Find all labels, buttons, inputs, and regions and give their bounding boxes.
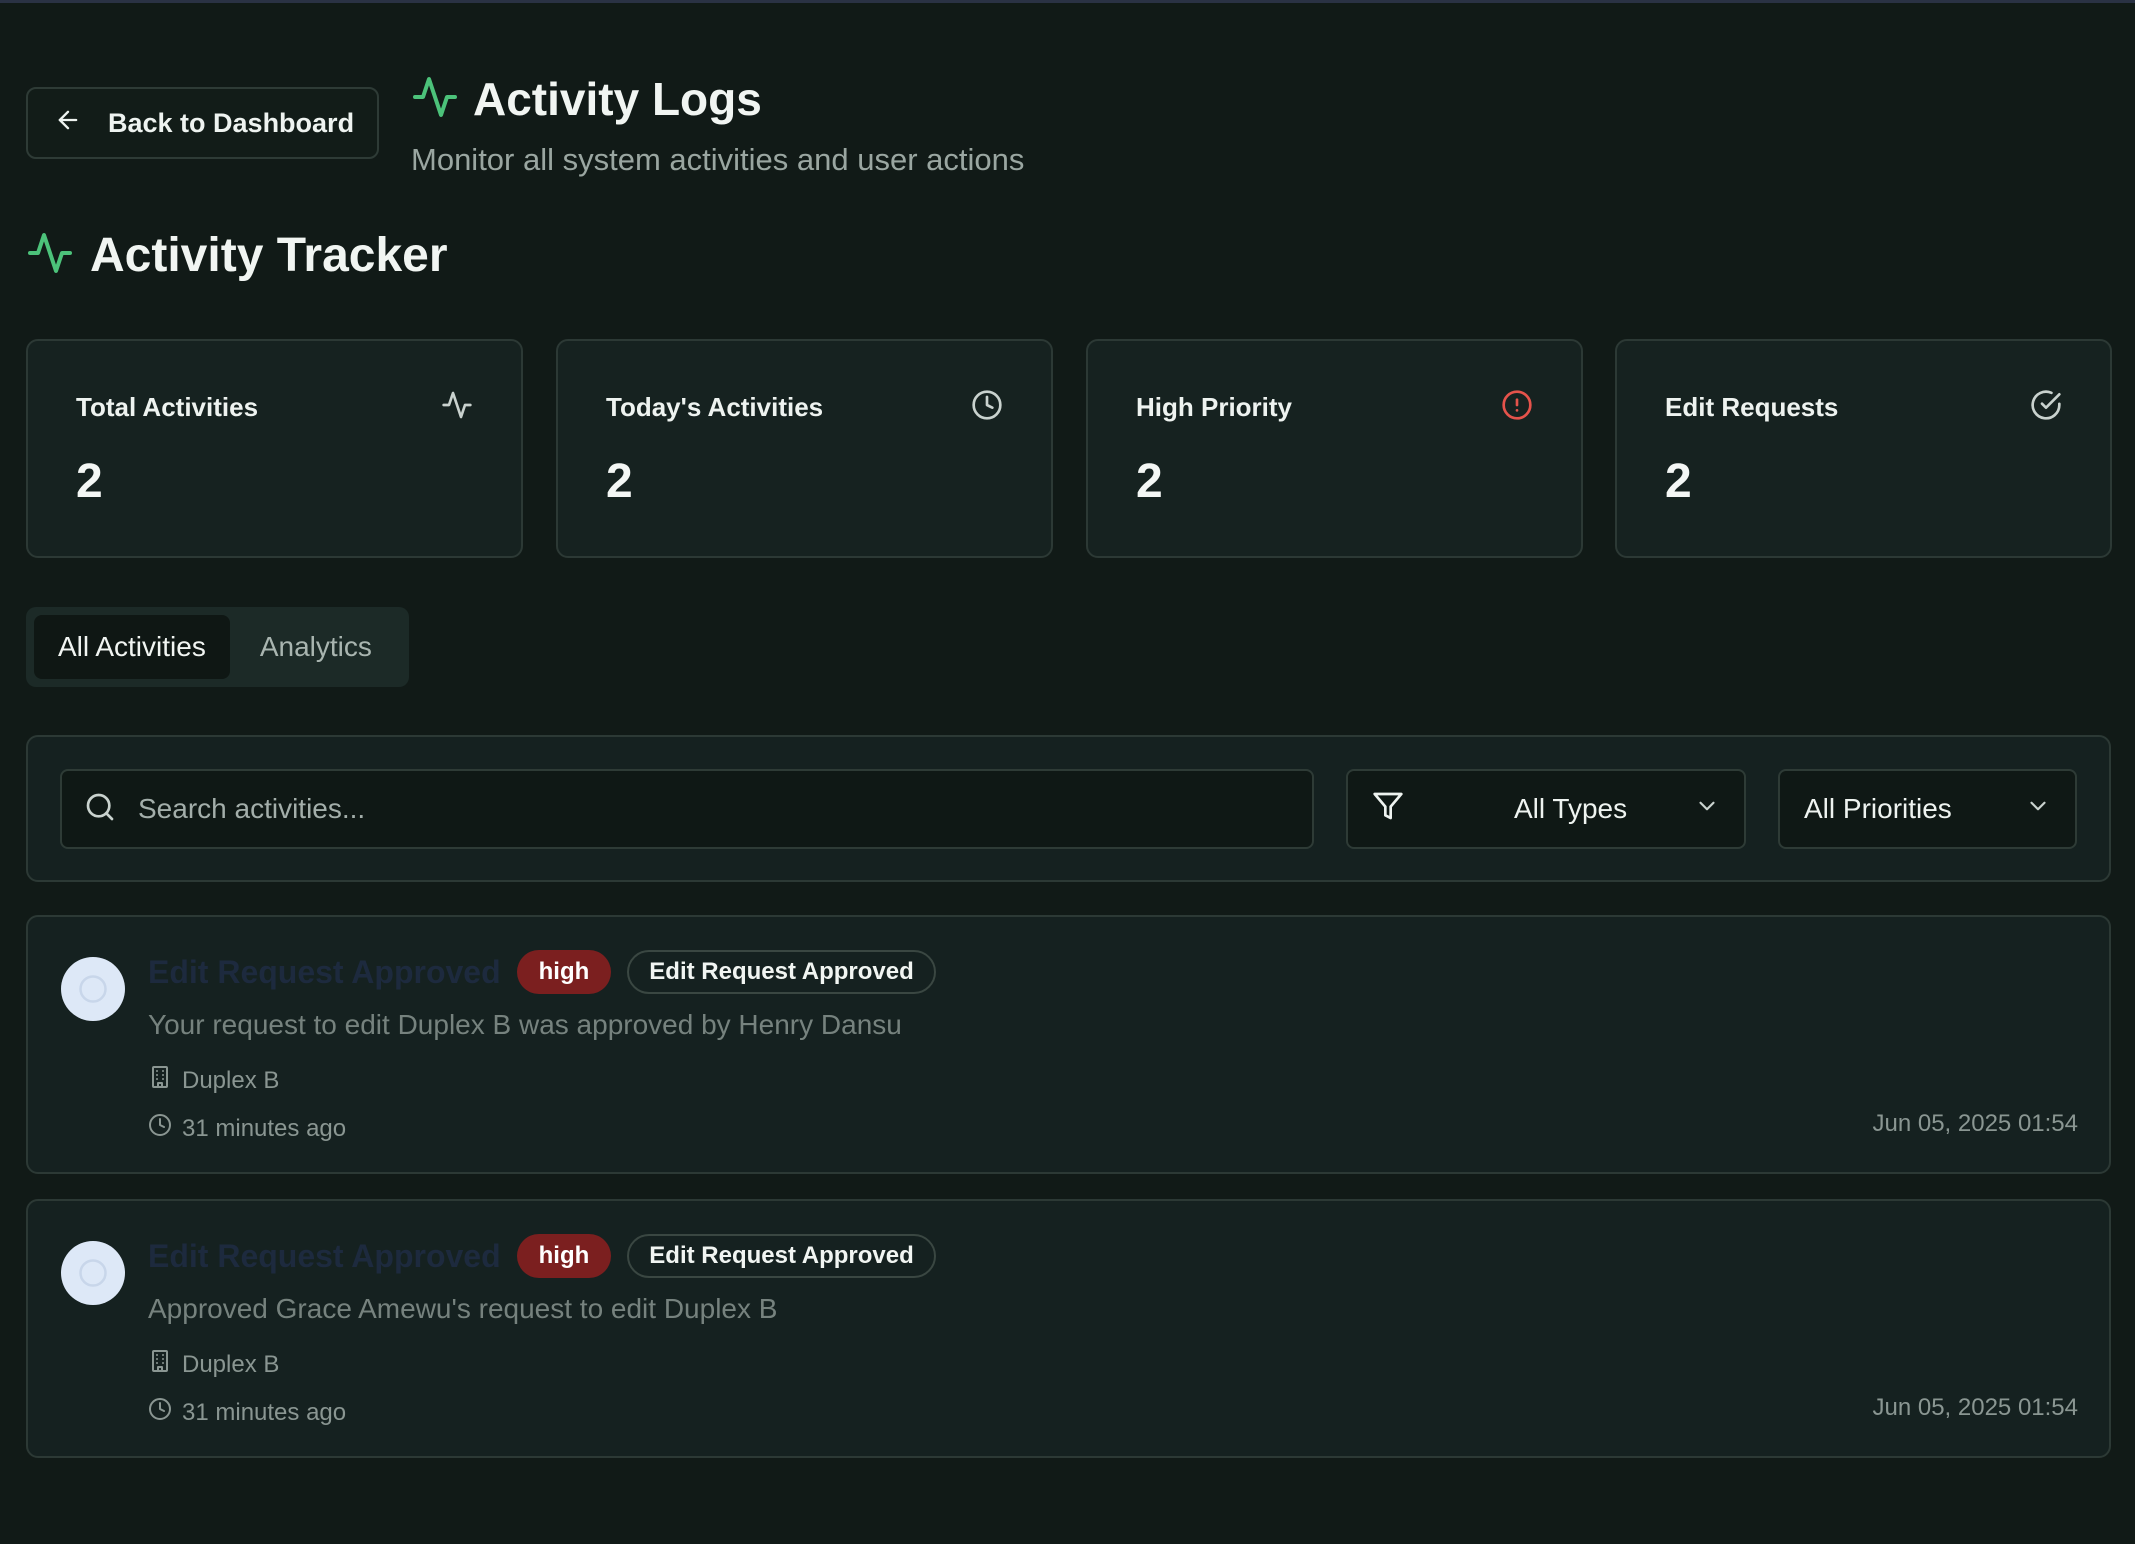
back-to-dashboard-button[interactable]: Back to Dashboard <box>26 87 379 159</box>
tab-analytics[interactable]: Analytics <box>236 615 396 679</box>
filter-icon <box>1372 790 1404 829</box>
check-circle-icon <box>2030 389 2062 426</box>
search-icon <box>84 791 116 828</box>
page-title: Activity Logs <box>473 73 762 125</box>
activity-timestamp: Jun 05, 2025 01:54 <box>1872 1110 2078 1137</box>
tracker-title: Activity Tracker <box>90 229 448 282</box>
activity-icon <box>441 389 473 426</box>
search-input[interactable] <box>138 793 1238 825</box>
activity-description: Your request to edit Duplex B was approv… <box>148 1009 902 1040</box>
stat-value: 2 <box>1136 455 1163 508</box>
avatar <box>61 957 125 1021</box>
activity-title: Edit Request Approved <box>148 953 501 990</box>
arrow-left-icon <box>54 106 82 141</box>
tab-all-activities[interactable]: All Activities <box>34 615 230 679</box>
top-border <box>0 0 2135 3</box>
priority-select[interactable]: All Priorities <box>1778 769 2077 849</box>
back-button-label: Back to Dashboard <box>108 107 355 138</box>
stat-label: High Priority <box>1136 392 1293 422</box>
activity-timestamp: Jun 05, 2025 01:54 <box>1872 1394 2078 1421</box>
activity-tracker-heading: Activity Tracker <box>26 228 448 283</box>
activity-relative-time: 31 minutes ago <box>148 1397 346 1428</box>
relative-time: 31 minutes ago <box>182 1114 347 1142</box>
activity-icon <box>411 73 459 126</box>
stat-label: Today's Activities <box>606 392 824 422</box>
chevron-down-icon <box>2025 793 2051 826</box>
alert-circle-icon <box>1501 389 1533 426</box>
activity-property: Duplex B <box>148 1349 279 1380</box>
activity-header: Edit Request Approved high Edit Request … <box>148 950 936 994</box>
activity-relative-time: 31 minutes ago <box>148 1113 346 1144</box>
clock-icon <box>148 1397 172 1428</box>
type-select[interactable]: All Types <box>1346 769 1746 849</box>
avatar <box>61 1241 125 1305</box>
activity-description: Approved Grace Amewu's request to edit D… <box>148 1293 778 1324</box>
stat-card-high-priority: High Priority 2 <box>1086 339 1583 558</box>
stat-label: Total Activities <box>76 392 259 422</box>
clock-icon <box>148 1113 172 1144</box>
page-subtitle: Monitor all system activities and user a… <box>411 142 1025 177</box>
type-select-value: All Types <box>1514 793 1628 824</box>
building-icon <box>148 1349 172 1380</box>
property-name: Duplex B <box>182 1350 280 1378</box>
activity-title: Edit Request Approved <box>148 1237 501 1274</box>
clock-icon <box>971 389 1003 426</box>
stat-card-edit-requests: Edit Requests 2 <box>1615 339 2112 558</box>
building-icon <box>148 1065 172 1096</box>
activity-card[interactable]: Edit Request Approved high Edit Request … <box>26 915 2111 1174</box>
page-header: Activity Logs Monitor all system activit… <box>411 72 1024 178</box>
type-badge: Edit Request Approved <box>627 950 936 994</box>
activity-card[interactable]: Edit Request Approved high Edit Request … <box>26 1199 2111 1458</box>
property-name: Duplex B <box>182 1066 280 1094</box>
stat-card-total-activities: Total Activities 2 <box>26 339 523 558</box>
stat-value: 2 <box>1665 455 1692 508</box>
activity-property: Duplex B <box>148 1065 279 1096</box>
activity-icon <box>26 229 74 282</box>
activity-header: Edit Request Approved high Edit Request … <box>148 1234 936 1278</box>
search-box <box>60 769 1314 849</box>
chevron-down-icon <box>1694 793 1720 826</box>
priority-select-value: All Priorities <box>1804 793 1952 824</box>
stat-label: Edit Requests <box>1665 392 1839 422</box>
relative-time: 31 minutes ago <box>182 1398 347 1426</box>
tab-list: All Activities Analytics <box>26 607 409 687</box>
stat-card-todays-activities: Today's Activities 2 <box>556 339 1053 558</box>
type-badge: Edit Request Approved <box>627 1234 936 1278</box>
stat-value: 2 <box>76 455 103 508</box>
stat-value: 2 <box>606 455 633 508</box>
priority-badge: high <box>516 950 612 994</box>
priority-badge: high <box>516 1234 612 1278</box>
